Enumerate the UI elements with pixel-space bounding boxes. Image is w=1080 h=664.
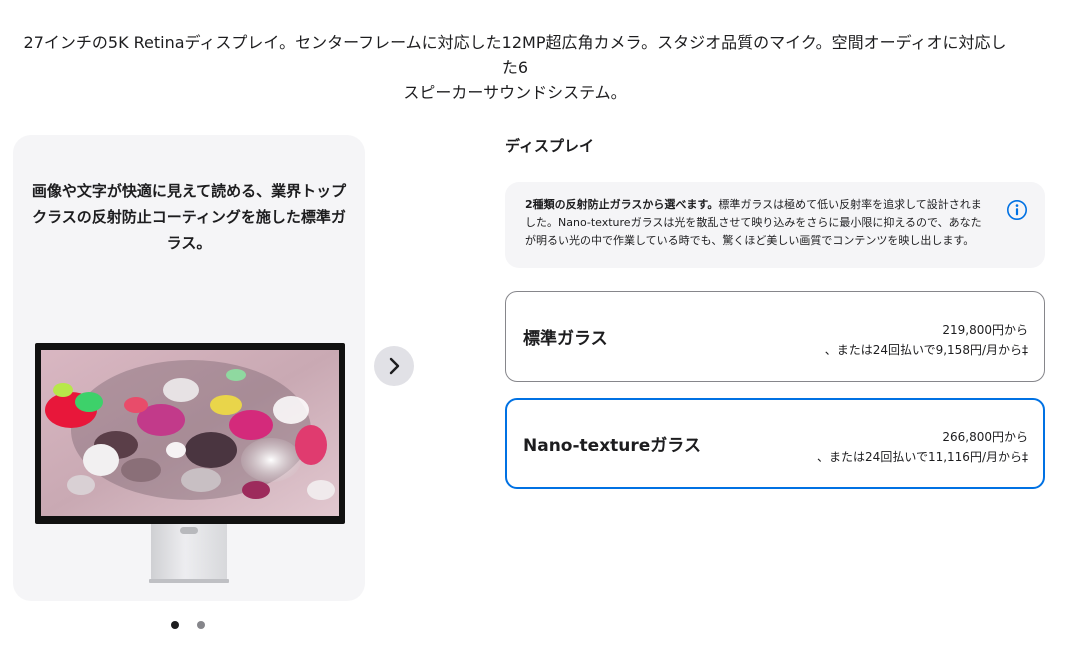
option-price-block: 266,800円から 、または24回払いで11,116円/月から‡ xyxy=(817,427,1028,467)
option-installment: 、または24回払いで9,158円/月から‡ xyxy=(824,343,1028,357)
display-info-bold: 2種類の反射防止ガラスから選べます。 xyxy=(525,198,719,211)
monitor-screen-artwork xyxy=(41,350,339,516)
display-section-title: ディスプレイ xyxy=(505,137,594,155)
gallery-caption: 画像や文字が快適に見えて読める、業界トップ クラスの反射防止コーティングを施した… xyxy=(27,178,351,256)
monitor-stand-foot xyxy=(149,579,229,583)
option-price: 266,800円から xyxy=(942,430,1028,444)
display-info-box: 2種類の反射防止ガラスから選べます。標準ガラスは極めて低い反射率を追求して設計さ… xyxy=(505,182,1045,268)
intro-line-1: 27インチの5K Retinaディスプレイ。センターフレームに対応した12MP超… xyxy=(23,33,1007,77)
option-installment: 、または24回払いで11,116円/月から‡ xyxy=(817,450,1028,464)
gallery-dot-1[interactable] xyxy=(171,621,179,629)
option-price-block: 219,800円から 、または24回払いで9,158円/月から‡ xyxy=(825,320,1028,360)
option-name: Nano-textureガラス xyxy=(523,436,701,456)
intro-line-2: スピーカーサウンドシステム。 xyxy=(403,83,627,102)
gallery-next-button[interactable] xyxy=(374,346,414,386)
gallery-card: 画像や文字が快適に見えて読める、業界トップ クラスの反射防止コーティングを施した… xyxy=(13,135,365,601)
option-standard-glass[interactable]: 標準ガラス 219,800円から 、または24回払いで9,158円/月から‡ xyxy=(505,291,1045,382)
chevron-right-icon xyxy=(389,357,400,375)
gallery-caption-line-2: クラスの反射防止コーティングを施した標準ガ xyxy=(32,208,346,226)
option-name: 標準ガラス xyxy=(523,329,608,349)
intro-text: 27インチの5K Retinaディスプレイ。センターフレームに対応した12MP超… xyxy=(20,30,1010,105)
display-info-text: 2種類の反射防止ガラスから選べます。標準ガラスは極めて低い反射率を追求して設計さ… xyxy=(525,196,985,250)
monitor-stand xyxy=(151,524,227,580)
gallery-pagination xyxy=(171,621,205,631)
gallery-caption-line-1: 画像や文字が快適に見えて読める、業界トップ xyxy=(31,182,347,200)
gallery-caption-line-3: ラス。 xyxy=(166,234,212,252)
stand-cable-hole xyxy=(180,527,198,534)
info-icon[interactable] xyxy=(1006,199,1028,221)
monitor-bezel xyxy=(35,343,345,524)
option-nano-texture-glass[interactable]: Nano-textureガラス 266,800円から 、または24回払いで11,… xyxy=(505,398,1045,489)
option-price: 219,800円から xyxy=(942,323,1028,337)
gallery-dot-2[interactable] xyxy=(197,621,205,629)
studio-display-image xyxy=(35,343,345,593)
